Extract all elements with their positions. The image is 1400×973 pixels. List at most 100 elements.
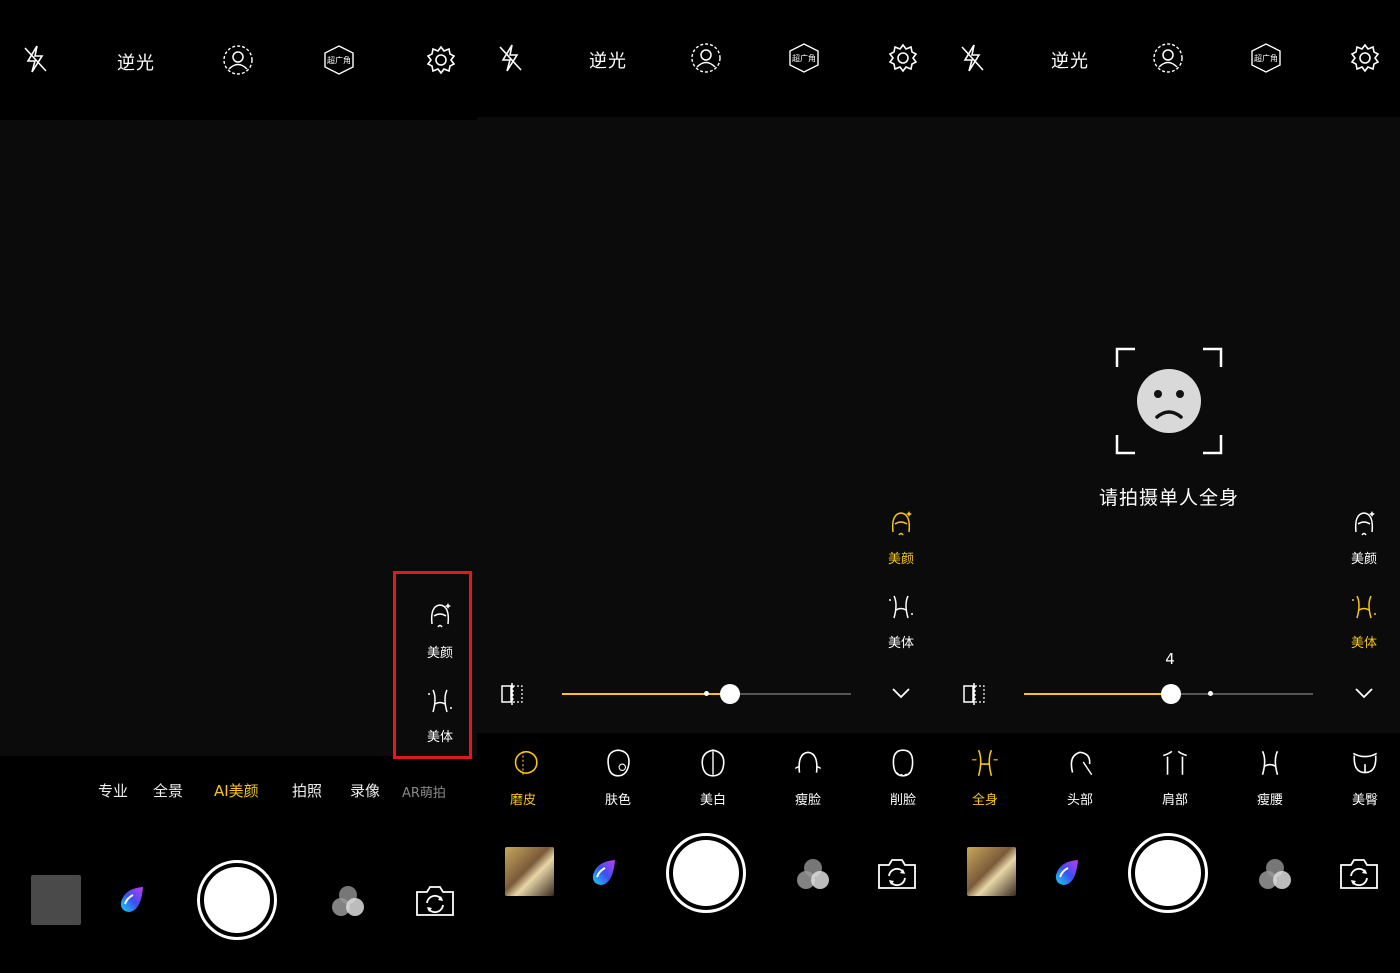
shutter-button[interactable] (1128, 833, 1208, 913)
tool-3[interactable]: 瘦脸 (773, 747, 843, 808)
filter-icon[interactable] (1256, 857, 1294, 893)
mode-video[interactable]: 录像 (350, 780, 380, 801)
tool-4[interactable]: 削脸 (868, 747, 938, 808)
tool-label: 瘦脸 (794, 793, 821, 808)
mode-panorama[interactable]: 全景 (153, 780, 183, 801)
tool-icon (607, 749, 630, 777)
mode-photo[interactable]: 拍照 (292, 780, 322, 801)
beauty-face-icon (1354, 511, 1375, 536)
switch-camera-icon[interactable] (876, 857, 918, 891)
filter-icon[interactable] (794, 857, 832, 893)
backlight-toggle[interactable]: 逆光 (1051, 47, 1089, 73)
beauty-face-button[interactable]: 美颜 (876, 508, 926, 567)
gear-icon[interactable] (1349, 42, 1381, 74)
beauty-body-label: 美体 (887, 636, 914, 651)
tool-label: 肩部 (1161, 793, 1188, 808)
mode-pro[interactable]: 专业 (98, 780, 128, 801)
tool-0[interactable]: 全身 (950, 747, 1020, 808)
beauty-body-button[interactable]: 美体 (1339, 592, 1389, 651)
tool-label: 肤色 (604, 793, 631, 808)
color-style-icon[interactable] (589, 857, 619, 887)
tool-label: 磨皮 (509, 793, 536, 808)
face-prompt-text: 请拍摄单人全身 (1098, 487, 1239, 509)
beauty-face-label: 美颜 (1350, 552, 1377, 567)
portrait-icon[interactable] (689, 41, 723, 75)
beauty-slider[interactable] (1024, 684, 1313, 704)
beauty-face-button[interactable]: 美颜 (415, 600, 465, 661)
tool-icon (972, 749, 998, 777)
portrait-icon[interactable] (221, 43, 255, 77)
camera-screen-1: 逆光 超广角 美颜 美体 专业 全景 AI美颜 拍照 录像 AR萌拍 (0, 0, 477, 973)
gear-icon[interactable] (887, 42, 919, 74)
beauty-face-label: 美颜 (887, 552, 914, 567)
slider-default-dot (704, 691, 709, 696)
slider-knob[interactable] (719, 684, 740, 704)
chevron-down-icon[interactable] (1354, 686, 1374, 700)
tool-label: 头部 (1066, 793, 1093, 808)
shutter-button[interactable] (197, 860, 277, 940)
wide-angle-icon[interactable]: 超广角 (787, 41, 821, 75)
tool-label: 削脸 (889, 793, 916, 808)
portrait-icon[interactable] (1151, 41, 1185, 75)
tool-icon (1070, 751, 1093, 776)
tool-icon (1352, 752, 1378, 774)
tool-0[interactable]: 磨皮 (488, 747, 558, 808)
gallery-thumbnail[interactable] (967, 847, 1016, 896)
tool-2[interactable]: 美白 (678, 747, 748, 808)
slider-fill (1024, 693, 1172, 695)
wide-angle-label: 超广角 (327, 55, 351, 65)
beauty-body-icon (889, 595, 913, 619)
compare-icon[interactable] (500, 682, 524, 706)
slider-value-label: 4 (1165, 650, 1175, 668)
tool-icon (794, 751, 822, 773)
tool-icon (514, 751, 538, 775)
camera-screen-2: 逆光 超广角 美颜 美体 磨皮 肤色 美白 瘦脸 削脸 (477, 0, 938, 973)
beauty-body-label: 美体 (426, 730, 453, 745)
tool-icon (701, 749, 725, 777)
beauty-body-icon (1352, 595, 1376, 619)
beauty-face-icon (891, 511, 912, 536)
gallery-thumbnail[interactable] (505, 847, 554, 896)
chevron-down-icon[interactable] (891, 686, 911, 700)
tool-icon (1163, 750, 1187, 775)
switch-camera-icon[interactable] (1338, 857, 1380, 891)
beauty-face-label: 美颜 (426, 646, 453, 661)
tool-4[interactable]: 美臀 (1330, 747, 1400, 808)
color-style-icon[interactable] (117, 884, 147, 914)
tool-label: 美臀 (1351, 793, 1378, 808)
face-frame-icon (1115, 347, 1223, 455)
tool-label: 瘦腰 (1256, 793, 1283, 808)
camera-screen-3: 逆光 超广角 请拍摄单人全身 美颜 美体 4 全身 头部 肩部 瘦腰 美臀 (938, 0, 1400, 973)
mode-ar[interactable]: AR萌拍 (402, 782, 446, 801)
flash-off-icon[interactable] (495, 43, 525, 73)
tool-icon (892, 749, 914, 777)
wide-angle-icon[interactable]: 超广角 (322, 43, 356, 77)
viewfinder (477, 117, 938, 733)
slider-default-dot (1208, 691, 1213, 696)
tool-label: 全身 (971, 793, 998, 808)
shutter-button[interactable] (666, 833, 746, 913)
tool-icon (1261, 750, 1279, 775)
flash-off-icon[interactable] (20, 44, 50, 74)
mode-ai-beauty[interactable]: AI美颜 (214, 780, 259, 801)
beauty-body-button[interactable]: 美体 (415, 686, 465, 745)
tool-1[interactable]: 头部 (1045, 747, 1115, 808)
tool-2[interactable]: 肩部 (1140, 747, 1210, 808)
color-style-icon[interactable] (1052, 857, 1082, 887)
beauty-body-button[interactable]: 美体 (876, 592, 926, 651)
beauty-body-label: 美体 (1350, 636, 1377, 651)
beauty-face-button[interactable]: 美颜 (1339, 508, 1389, 567)
tool-1[interactable]: 肤色 (583, 747, 653, 808)
tool-label: 美白 (699, 793, 726, 808)
gear-icon[interactable] (425, 44, 457, 76)
switch-camera-icon[interactable] (414, 884, 456, 918)
wide-angle-icon[interactable]: 超广角 (1249, 41, 1283, 75)
backlight-toggle[interactable]: 逆光 (117, 49, 155, 75)
beauty-slider[interactable] (562, 684, 851, 704)
gallery-thumbnail[interactable] (31, 875, 81, 925)
tool-3[interactable]: 瘦腰 (1235, 747, 1305, 808)
flash-off-icon[interactable] (957, 43, 987, 73)
compare-icon[interactable] (962, 682, 986, 706)
filter-icon[interactable] (329, 884, 367, 920)
backlight-toggle[interactable]: 逆光 (589, 47, 627, 73)
